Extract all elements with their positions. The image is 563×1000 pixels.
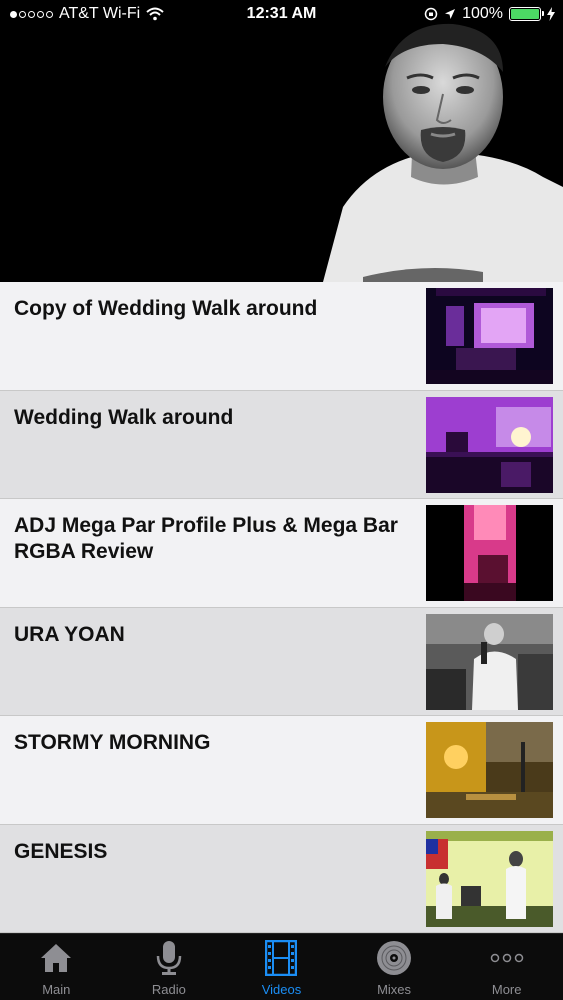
- video-title: ADJ Mega Par Profile Plus & Mega Bar RGB…: [14, 514, 398, 564]
- charging-icon: [547, 7, 555, 21]
- video-row[interactable]: URA YOAN: [0, 607, 563, 716]
- video-thumbnail: [426, 505, 553, 601]
- tab-main[interactable]: Main: [0, 934, 113, 1000]
- video-thumbnail: [426, 830, 553, 927]
- video-thumbnail: [426, 396, 553, 493]
- tab-more[interactable]: More: [450, 934, 563, 1000]
- orientation-lock-icon: [424, 7, 438, 21]
- tab-videos[interactable]: Videos: [225, 934, 338, 1000]
- vinyl-icon: [374, 938, 414, 978]
- battery-icon: [509, 7, 544, 21]
- video-thumbnail: [426, 722, 553, 818]
- location-icon: [445, 9, 456, 19]
- video-list: Copy of Wedding Walk around Wedding Walk…: [0, 282, 563, 933]
- video-row[interactable]: STORMY MORNING: [0, 716, 563, 825]
- video-title: GENESIS: [14, 839, 108, 863]
- tab-label: Radio: [151, 982, 186, 997]
- tab-label: Mixes: [377, 982, 412, 997]
- video-title: STORMY MORNING: [14, 731, 211, 754]
- artist-photo: [323, 23, 563, 282]
- video-row[interactable]: ADJ Mega Par Profile Plus & Mega Bar RGB…: [0, 499, 563, 608]
- video-title: URA YOAN: [14, 622, 125, 646]
- video-row[interactable]: Wedding Walk around: [0, 390, 563, 499]
- microphone-icon: [149, 938, 189, 978]
- tab-mixes[interactable]: Mixes: [338, 934, 451, 1000]
- status-right: 100%: [424, 5, 555, 23]
- film-icon: [261, 938, 301, 978]
- tab-label: More: [491, 982, 522, 997]
- header-banner: [0, 0, 563, 282]
- battery-percent: 100%: [462, 5, 503, 22]
- video-row[interactable]: GENESIS: [0, 824, 563, 933]
- video-thumbnail: [426, 613, 553, 710]
- tab-label: Videos: [261, 982, 302, 997]
- tab-bar: Main Radio Videos Mixes More: [0, 933, 563, 1000]
- video-title: Wedding Walk around: [14, 405, 234, 429]
- home-icon: [36, 938, 76, 978]
- more-icon: [487, 938, 527, 978]
- video-row[interactable]: Copy of Wedding Walk around: [0, 282, 563, 391]
- status-bar: AT&T Wi-Fi 12:31 AM 100%: [0, 0, 563, 30]
- tab-radio[interactable]: Radio: [113, 934, 226, 1000]
- video-thumbnail: [426, 288, 553, 384]
- video-title: Copy of Wedding Walk around: [14, 297, 318, 320]
- tab-label: Main: [42, 982, 71, 997]
